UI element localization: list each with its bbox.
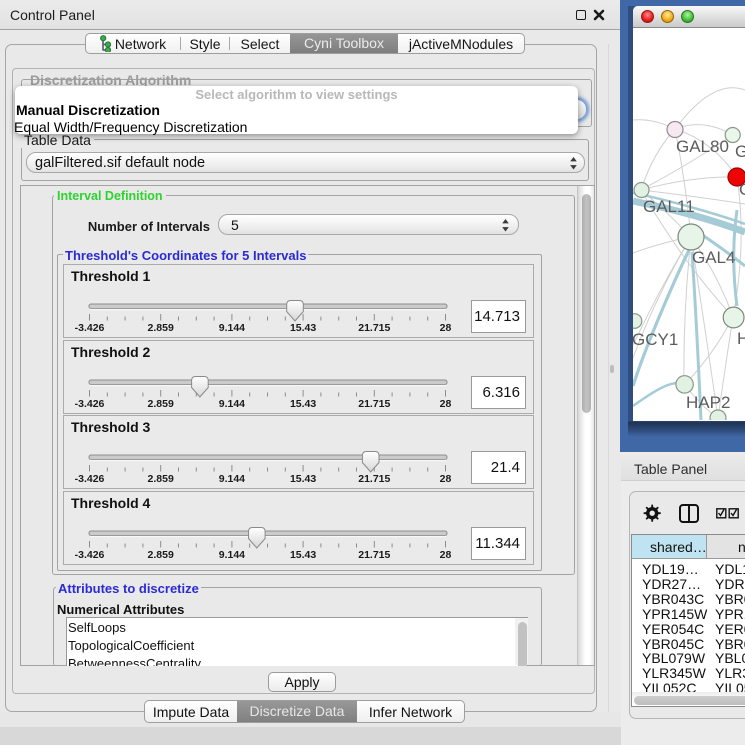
svg-text:2.859: 2.859	[148, 322, 174, 334]
svg-text:GA: GA	[735, 142, 745, 161]
svg-text:15.43: 15.43	[290, 398, 316, 410]
svg-text:9.144: 9.144	[219, 322, 245, 334]
svg-text:H: H	[737, 329, 745, 348]
svg-text:9.144: 9.144	[219, 473, 245, 485]
svg-text:GAL80: GAL80	[676, 137, 729, 156]
svg-text:28: 28	[440, 549, 452, 561]
svg-text:HAP2: HAP2	[686, 393, 730, 412]
svg-text:21.715: 21.715	[358, 473, 390, 485]
svg-text:-3.426: -3.426	[75, 398, 105, 410]
svg-text:9.144: 9.144	[219, 549, 245, 561]
svg-text:-3.426: -3.426	[75, 549, 105, 561]
svg-text:-3.426: -3.426	[75, 473, 105, 485]
svg-text:28: 28	[440, 473, 452, 485]
svg-text:21.715: 21.715	[358, 398, 390, 410]
svg-text:9.144: 9.144	[219, 398, 245, 410]
svg-text:C: C	[739, 180, 745, 199]
svg-text:2.859: 2.859	[148, 473, 174, 485]
svg-text:GAL11: GAL11	[643, 197, 695, 216]
svg-text:21.715: 21.715	[358, 549, 390, 561]
svg-text:GAL4: GAL4	[692, 248, 735, 267]
svg-text:15.43: 15.43	[290, 473, 316, 485]
svg-text:28: 28	[440, 322, 452, 334]
svg-text:21.715: 21.715	[358, 322, 390, 334]
svg-text:2.859: 2.859	[148, 549, 174, 561]
svg-text:-3.426: -3.426	[75, 322, 105, 334]
svg-text:15.43: 15.43	[290, 322, 316, 334]
svg-text:GCY1: GCY1	[633, 330, 678, 349]
svg-text:28: 28	[440, 398, 452, 410]
svg-text:2.859: 2.859	[148, 398, 174, 410]
svg-text:15.43: 15.43	[290, 549, 316, 561]
